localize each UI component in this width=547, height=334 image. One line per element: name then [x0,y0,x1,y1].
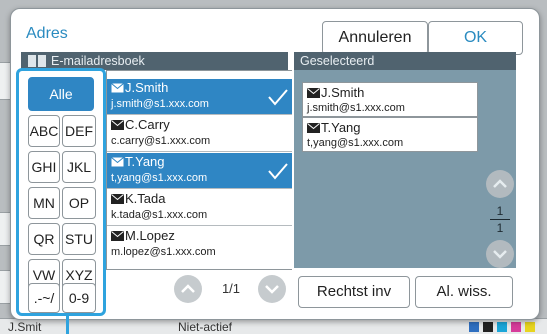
contact-email: m.lopez@s1.xxx.com [111,246,216,258]
cancel-button[interactable]: Annuleren [322,21,428,55]
direct-input-button[interactable]: Rechtst inv [298,276,410,308]
mail-icon [111,231,124,241]
checkmark-icon [268,89,288,106]
dialog-title: Adres [26,25,68,42]
contact-email: t,yang@s1.xxx.com [307,137,404,149]
contact-email: j.smith@s1.xxx.com [111,98,209,110]
index-filter-panel: Alle ABC DEF GHI JKL MN OP QR STU VW XYZ… [16,68,106,316]
page-indicator: 1/1 [221,281,241,296]
contact-email: k.tada@s1.xxx.com [111,209,208,221]
address-list[interactable]: J.Smith j.smith@s1.xxx.com C.Carry c.car… [106,70,292,270]
contact-email: c.carry@s1.xxx.com [111,135,211,147]
index-def-button[interactable]: DEF [62,115,96,147]
index-digits-button[interactable]: 0-9 [62,283,96,313]
ok-button[interactable]: OK [428,21,523,55]
index-jkl-button[interactable]: JKL [62,151,96,183]
contact-email: j.smith@s1.xxx.com [307,102,405,114]
selected-page-total: 1 [496,221,504,235]
contact-name: T.Yang [321,120,361,135]
contact-name: J.Smith [125,80,169,95]
selected-item[interactable]: T.Yang t,yang@s1.xxx.com [302,117,478,152]
selected-scroll-down-button[interactable] [486,240,514,268]
index-abc-button[interactable]: ABC [28,115,60,147]
address-book-icon [28,55,46,67]
mail-icon [111,120,124,130]
list-item[interactable]: M.Lopez m.lopez@s1.xxx.com [107,227,292,263]
selected-header: Geselecteerd [294,52,516,70]
ink-swatch [497,322,507,332]
chevron-up-icon [493,179,507,188]
index-panel-pointer [66,316,69,334]
index-qr-button[interactable]: QR [28,223,60,255]
mail-icon [307,88,320,98]
contact-name: T.Yang [125,154,165,169]
chevron-down-icon [265,285,279,294]
index-symbols-button[interactable]: .-~/ [28,283,60,313]
list-item[interactable]: C.Carry c.carry@s1.xxx.com [107,116,292,152]
contact-name: J.Smith [321,85,365,100]
list-item[interactable]: J.Smith j.smith@s1.xxx.com [107,79,292,115]
mail-icon [111,194,124,204]
page-up-button[interactable] [174,275,202,303]
ink-swatch [511,322,521,332]
mail-icon [307,123,320,133]
selected-page-indicator: 1 1 [490,204,510,235]
index-stu-button[interactable]: STU [62,223,96,255]
address-book-title: E-mailadresboek [51,54,145,68]
list-pager: 1/1 [174,272,294,306]
ink-swatch [469,322,479,332]
contact-email: t,yang@s1.xxx.com [111,172,208,184]
index-op-button[interactable]: OP [62,187,96,219]
chevron-up-icon [181,284,195,293]
status-bar: J.Smit Niet-actief [0,318,547,334]
page-down-button[interactable] [258,275,286,303]
mail-icon [111,157,124,167]
selected-item[interactable]: J.Smith j.smith@s1.xxx.com [302,82,478,117]
ink-levels [469,322,535,332]
list-item[interactable]: T.Yang t,yang@s1.xxx.com [107,153,292,189]
index-all-button[interactable]: Alle [28,77,94,111]
selected-scroll-up-button[interactable] [486,170,514,198]
clear-all-button[interactable]: Al. wiss. [415,276,513,308]
selected-page-current: 1 [496,204,504,218]
list-item[interactable]: K.Tada k.tada@s1.xxx.com [107,190,292,226]
mail-icon [111,83,124,93]
contact-name: K.Tada [125,191,166,206]
contact-name: C.Carry [125,117,170,132]
contact-name: M.Lopez [125,228,175,243]
index-ghi-button[interactable]: GHI [28,151,60,183]
ink-swatch [525,322,535,332]
chevron-down-icon [493,250,507,259]
user-name: J.Smit [8,320,42,334]
checkmark-icon [268,163,288,180]
selected-pane: J.Smith j.smith@s1.xxx.com T.Yang t,yang… [294,70,516,268]
machine-status: Niet-actief [178,320,233,334]
index-mn-button[interactable]: MN [28,187,60,219]
ink-swatch [483,322,493,332]
